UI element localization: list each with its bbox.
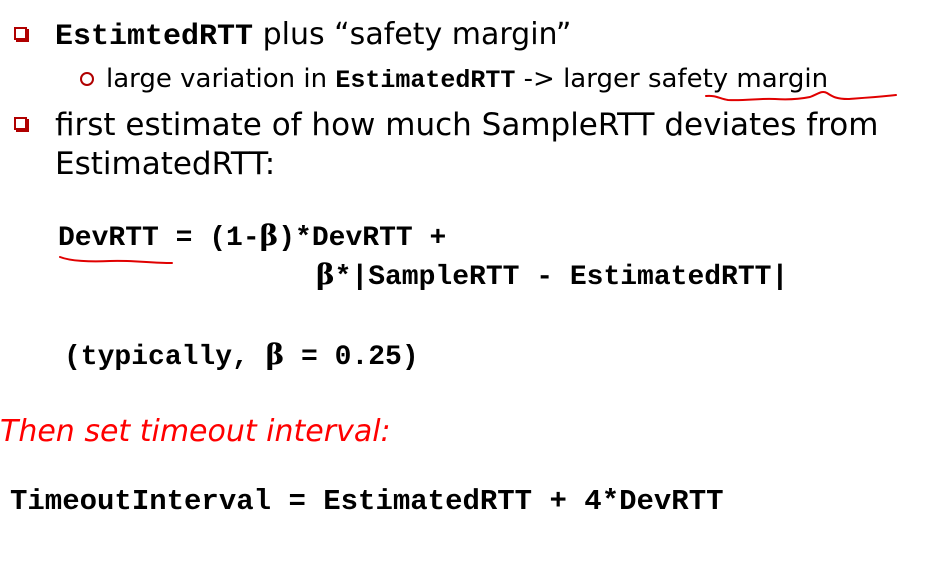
square-bullet-icon — [14, 27, 27, 40]
then-set-timeout-heading: Then set timeout interval: — [0, 414, 391, 449]
typical-beta-note: (typically, β = 0.25) — [64, 337, 419, 376]
timeout-interval-formula: TimeoutInterval = EstimatedRTT + 4*DevRT… — [10, 485, 724, 518]
square-bullet-icon — [14, 117, 27, 130]
beta-symbol: β — [265, 338, 285, 371]
bullet-estimated-rtt-safety-margin: EstimtedRTT plus “safety margin” — [55, 13, 571, 59]
formula-rest2: *|SampleRTT - EstimatedRTT| — [334, 262, 789, 293]
devrtt-formula-line2: β*|SampleRTT - EstimatedRTT| — [316, 257, 788, 296]
bullet2-line1: first estimate of how much SampleRTT dev… — [55, 107, 879, 143]
devrtt-lhs: DevRTT — [58, 223, 159, 254]
code-estimatedrtt: EstimatedRTT — [335, 66, 516, 95]
sub-bullet-text-before: large variation in — [106, 64, 336, 94]
safety-margin-text: safety margin — [647, 64, 829, 94]
typical-prefix: (typically, — [64, 342, 266, 373]
devrtt-underline — [59, 256, 173, 264]
devrtt-formula-line1: DevRTT = (1-β)*DevRTT + — [58, 218, 446, 257]
slide: EstimtedRTT plus “safety margin” large v… — [0, 0, 948, 569]
sub-bullet-large-variation: large variation in EstimatedRTT -> large… — [106, 59, 828, 101]
beta-symbol: β — [259, 219, 279, 252]
circle-bullet-icon — [80, 72, 94, 86]
formula-rest1: )*DevRTT + — [278, 223, 447, 254]
sub-bullet-text-after: -> larger — [515, 64, 648, 94]
beta-symbol: β — [316, 258, 335, 291]
code-estimtedrtt: EstimtedRTT — [55, 20, 254, 54]
typical-suffix: = 0.25) — [284, 342, 419, 373]
bullet2-line2: EstimatedRTT: — [55, 146, 276, 182]
bullet1-text: plus “safety margin” — [253, 17, 572, 52]
formula-op1: = (1- — [158, 223, 260, 254]
